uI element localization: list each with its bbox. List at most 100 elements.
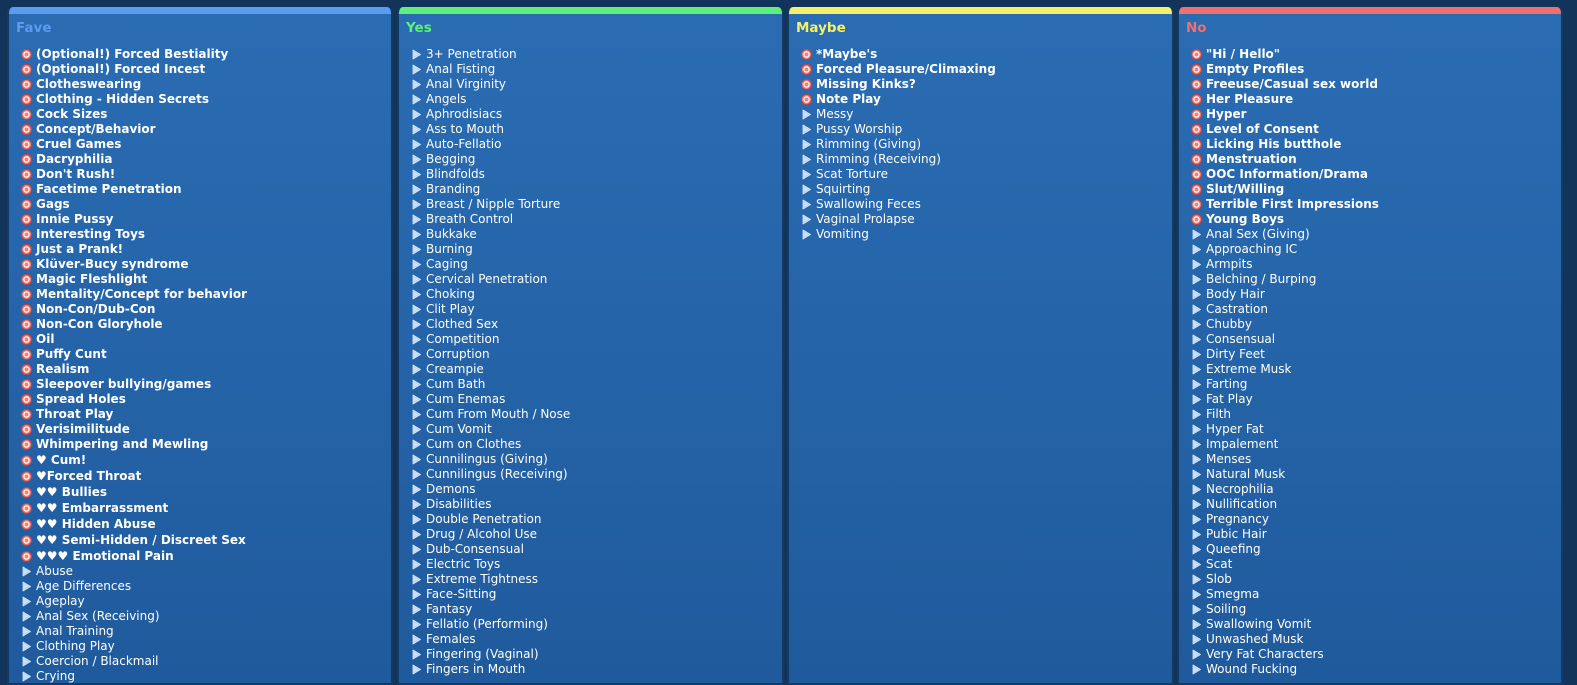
list-item[interactable]: Pregnancy [1191,512,1561,527]
list-item[interactable]: Bukkake [411,227,782,242]
list-item[interactable]: Cruel Games [21,137,391,152]
list-item[interactable]: Clothed Sex [411,317,782,332]
list-item[interactable]: Vomiting [801,227,1172,242]
list-item[interactable]: Cum Bath [411,377,782,392]
list-item[interactable]: Extreme Musk [1191,362,1561,377]
list-item[interactable]: Mentality/Concept for behavior [21,287,391,302]
list-item[interactable]: Pubic Hair [1191,527,1561,542]
list-item[interactable]: (Optional!) Forced Incest [21,62,391,77]
list-item[interactable]: Farting [1191,377,1561,392]
list-item[interactable]: Impalement [1191,437,1561,452]
list-item[interactable]: Young Boys [1191,212,1561,227]
list-item[interactable]: Anal Virginity [411,77,782,92]
list-item[interactable]: Burning [411,242,782,257]
list-item[interactable]: OOC Information/Drama [1191,167,1561,182]
list-item[interactable]: Castration [1191,302,1561,317]
list-item[interactable]: Competition [411,332,782,347]
list-item[interactable]: Terrible First Impressions [1191,197,1561,212]
list-item[interactable]: ♥♥ Bullies [21,484,391,500]
list-item[interactable]: Nullification [1191,497,1561,512]
list-item[interactable]: Note Play [801,92,1172,107]
list-item[interactable]: Dirty Feet [1191,347,1561,362]
list-item[interactable]: Cum Enemas [411,392,782,407]
list-item[interactable]: Non-Con Gloryhole [21,317,391,332]
list-item[interactable]: Cunnilingus (Receiving) [411,467,782,482]
list-item[interactable]: Swallowing Vomit [1191,617,1561,632]
list-item[interactable]: Necrophilia [1191,482,1561,497]
list-item[interactable]: Clothing Play [21,639,391,654]
list-item[interactable]: Throat Play [21,407,391,422]
list-item[interactable]: Whimpering and Mewling [21,437,391,452]
list-item[interactable]: Forced Pleasure/Climaxing [801,62,1172,77]
list-item[interactable]: Wound Fucking [1191,662,1561,677]
list-item[interactable]: Creampie [411,362,782,377]
list-item[interactable]: Swallowing Feces [801,197,1172,212]
list-item[interactable]: Clit Play [411,302,782,317]
list-item[interactable]: Fingering (Vaginal) [411,647,782,662]
list-item[interactable]: Ageplay [21,594,391,609]
list-item[interactable]: Angels [411,92,782,107]
list-item[interactable]: Cum From Mouth / Nose [411,407,782,422]
list-item[interactable]: Fat Play [1191,392,1561,407]
list-item[interactable]: Unwashed Musk [1191,632,1561,647]
list-item[interactable]: Messy [801,107,1172,122]
list-item[interactable]: Missing Kinks? [801,77,1172,92]
list-item[interactable]: Filth [1191,407,1561,422]
list-item[interactable]: Clothing - Hidden Secrets [21,92,391,107]
list-item[interactable]: Clotheswearing [21,77,391,92]
list-item[interactable]: Drug / Alcohol Use [411,527,782,542]
list-item[interactable]: Electric Toys [411,557,782,572]
list-item[interactable]: ♥♥ Hidden Abuse [21,516,391,532]
list-item[interactable]: Caging [411,257,782,272]
list-item[interactable]: Fellatio (Performing) [411,617,782,632]
list-item[interactable]: Dub-Consensual [411,542,782,557]
list-item[interactable]: Interesting Toys [21,227,391,242]
list-item[interactable]: Body Hair [1191,287,1561,302]
list-item[interactable]: Soiling [1191,602,1561,617]
list-item[interactable]: Branding [411,182,782,197]
list-item[interactable]: Vaginal Prolapse [801,212,1172,227]
list-item[interactable]: Very Fat Characters [1191,647,1561,662]
list-item[interactable]: Gags [21,197,391,212]
list-item[interactable]: Armpits [1191,257,1561,272]
list-item[interactable]: Breast / Nipple Torture [411,197,782,212]
list-item[interactable]: Double Penetration [411,512,782,527]
list-item[interactable]: Ass to Mouth [411,122,782,137]
list-item[interactable]: Age Differences [21,579,391,594]
list-item[interactable]: Anal Sex (Giving) [1191,227,1561,242]
list-item[interactable]: Verisimilitude [21,422,391,437]
list-item[interactable]: Females [411,632,782,647]
list-item[interactable]: Menses [1191,452,1561,467]
list-item[interactable]: Non-Con/Dub-Con [21,302,391,317]
list-item[interactable]: Demons [411,482,782,497]
list-item[interactable]: Crying [21,669,391,683]
list-item[interactable]: Belching / Burping [1191,272,1561,287]
list-item[interactable]: Don't Rush! [21,167,391,182]
list-item[interactable]: Blindfolds [411,167,782,182]
list-item[interactable]: Spread Holes [21,392,391,407]
list-item[interactable]: Corruption [411,347,782,362]
list-item[interactable]: Approaching IC [1191,242,1561,257]
list-item[interactable]: Chubby [1191,317,1561,332]
list-item[interactable]: Anal Training [21,624,391,639]
list-item[interactable]: Aphrodisiacs [411,107,782,122]
list-item[interactable]: Smegma [1191,587,1561,602]
list-item[interactable]: Concept/Behavior [21,122,391,137]
list-item[interactable]: Fingers in Mouth [411,662,782,677]
list-item[interactable]: Begging [411,152,782,167]
list-item[interactable]: Sleepover bullying/games [21,377,391,392]
list-item[interactable]: Cervical Penetration [411,272,782,287]
list-item[interactable]: Face-Sitting [411,587,782,602]
list-item[interactable]: Just a Prank! [21,242,391,257]
list-item[interactable]: *Maybe's [801,47,1172,62]
list-item[interactable]: Squirting [801,182,1172,197]
list-item[interactable]: Rimming (Giving) [801,137,1172,152]
list-item[interactable]: Menstruation [1191,152,1561,167]
list-item[interactable]: Innie Pussy [21,212,391,227]
list-item[interactable]: Dacryphilia [21,152,391,167]
list-item[interactable]: Consensual [1191,332,1561,347]
list-item[interactable]: Anal Fisting [411,62,782,77]
list-item[interactable]: Fantasy [411,602,782,617]
list-item[interactable]: Magic Fleshlight [21,272,391,287]
list-item[interactable]: Pussy Worship [801,122,1172,137]
